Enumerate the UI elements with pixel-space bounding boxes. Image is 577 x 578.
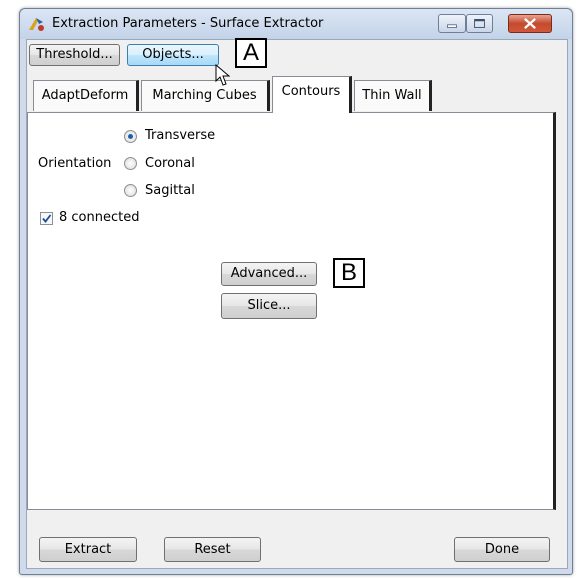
title-bar[interactable]: Extraction Parameters - Surface Extracto… (20, 9, 572, 39)
tab-thin-wall[interactable]: Thin Wall (354, 80, 432, 111)
coronal-label: Coronal (145, 156, 195, 171)
advanced-button[interactable]: Advanced... (221, 262, 317, 286)
threshold-button[interactable]: Threshold... (29, 44, 120, 66)
maximize-icon (474, 19, 485, 28)
done-button[interactable]: Done (454, 537, 550, 562)
radio-transverse[interactable] (124, 130, 137, 143)
transverse-label: Transverse (145, 128, 216, 143)
mouse-pointer-icon (215, 64, 231, 86)
radio-sagittal[interactable] (124, 184, 137, 197)
sagittal-label: Sagittal (145, 183, 195, 198)
orientation-label: Orientation (38, 156, 112, 171)
tab-marching-cubes[interactable]: Marching Cubes (141, 80, 270, 111)
app-icon (29, 18, 44, 31)
objects-button[interactable]: Objects... (127, 44, 219, 66)
eight-connected-checkbox[interactable] (40, 212, 53, 225)
close-icon (524, 18, 536, 29)
radio-coronal[interactable] (124, 157, 137, 170)
minimize-button[interactable] (438, 14, 466, 33)
callout-b: B (333, 258, 365, 288)
extract-button[interactable]: Extract (39, 537, 137, 562)
checkmark-icon (42, 214, 52, 223)
slice-button[interactable]: Slice... (221, 293, 317, 319)
tab-adaptdeform[interactable]: AdaptDeform (33, 80, 139, 111)
minimize-icon (447, 24, 457, 28)
reset-button[interactable]: Reset (164, 537, 261, 562)
window-title: Extraction Parameters - Surface Extracto… (52, 16, 324, 31)
eight-connected-label: 8 connected (59, 210, 140, 225)
tab-contours[interactable]: Contours (272, 76, 352, 113)
maximize-button[interactable] (466, 14, 493, 33)
callout-a: A (235, 38, 267, 68)
close-window-button[interactable] (508, 14, 552, 33)
